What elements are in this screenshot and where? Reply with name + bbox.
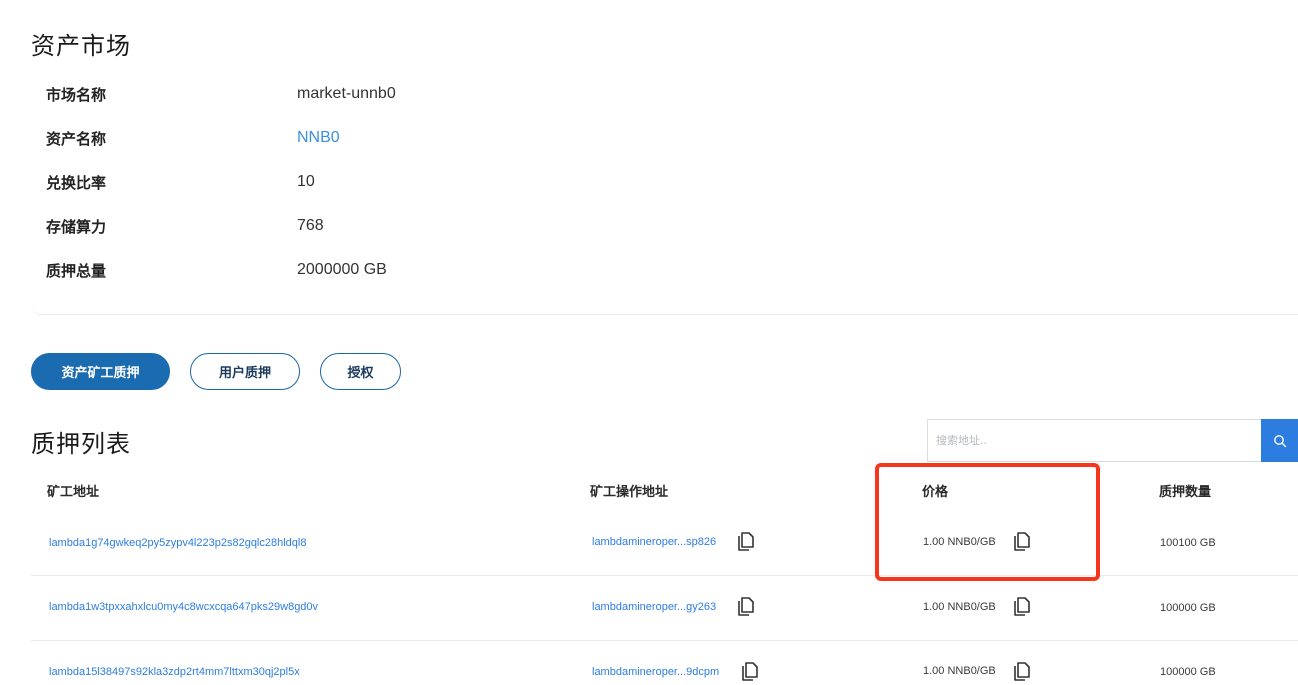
- search-icon: [1273, 434, 1286, 447]
- field-total-pledge: 质押总量 2000000 GB: [46, 258, 387, 282]
- operator-address-link[interactable]: lambdamineroper...sp826: [592, 536, 716, 548]
- miner-address-link[interactable]: lambda15l38497s92kla3zdp2rt4mm7lttxm30qj…: [49, 666, 300, 678]
- price-value: 1.00 NNB0/GB: [923, 601, 996, 613]
- field-value: market-unnb0: [297, 85, 396, 102]
- miner-address-link[interactable]: lambda1g74gwkeq2py5zypv4l223p2s82gqlc28h…: [49, 537, 306, 549]
- page-title: 资产市场: [31, 32, 131, 60]
- row-divider: [31, 640, 1298, 641]
- field-label: 资产名称: [46, 129, 107, 148]
- field-label: 存储算力: [46, 217, 107, 236]
- field-value: 2000000 GB: [297, 261, 387, 278]
- column-header-miner-address: 矿工地址: [47, 485, 100, 500]
- field-label: 兑换比率: [46, 173, 107, 192]
- miner-address-link[interactable]: lambda1w3tpxxahxlcu0my4c8wcxcqa647pks29w…: [49, 601, 318, 613]
- field-value: 10: [297, 173, 315, 190]
- highlight-box: [875, 463, 1100, 581]
- copy-icon[interactable]: [1012, 661, 1032, 683]
- column-header-pledge-amount: 质押数量: [1159, 485, 1212, 500]
- pledge-amount-value: 100000 GB: [1160, 666, 1216, 678]
- operator-address-link[interactable]: lambdamineroper...9dcpm: [592, 666, 719, 678]
- search-button[interactable]: [1261, 419, 1298, 462]
- pledge-list-title: 质押列表: [31, 430, 131, 458]
- tab-user-pledge[interactable]: 用户质押: [190, 353, 300, 390]
- field-exchange-rate: 兑换比率 10: [46, 170, 315, 194]
- price-value: 1.00 NNB0/GB: [923, 665, 996, 677]
- pledge-amount-value: 100000 GB: [1160, 602, 1216, 614]
- search-input[interactable]: [927, 419, 1261, 462]
- field-value: 768: [297, 217, 324, 234]
- tab-authorize[interactable]: 授权: [320, 353, 401, 390]
- asset-name-link[interactable]: NNB0: [297, 129, 340, 147]
- field-label: 市场名称: [46, 85, 107, 104]
- copy-icon[interactable]: [1012, 596, 1032, 618]
- field-label: 质押总量: [46, 261, 107, 280]
- field-asset-name: 资产名称 NNB0: [46, 126, 340, 150]
- copy-icon[interactable]: [736, 596, 756, 618]
- pledge-amount-value: 100100 GB: [1160, 537, 1216, 549]
- column-header-operator-address: 矿工操作地址: [590, 485, 669, 500]
- market-info-card: 市场名称 market-unnb0 资产名称 NNB0 兑换比率 10 存储算力…: [31, 66, 1298, 315]
- copy-icon[interactable]: [740, 661, 760, 683]
- operator-address-link[interactable]: lambdamineroper...gy263: [592, 601, 716, 613]
- field-storage-power: 存储算力 768: [46, 214, 324, 238]
- tab-asset-miner-pledge[interactable]: 资产矿工质押: [31, 353, 170, 390]
- copy-icon[interactable]: [736, 531, 756, 553]
- field-market-name: 市场名称 market-unnb0: [46, 82, 396, 106]
- row-divider: [31, 575, 1298, 576]
